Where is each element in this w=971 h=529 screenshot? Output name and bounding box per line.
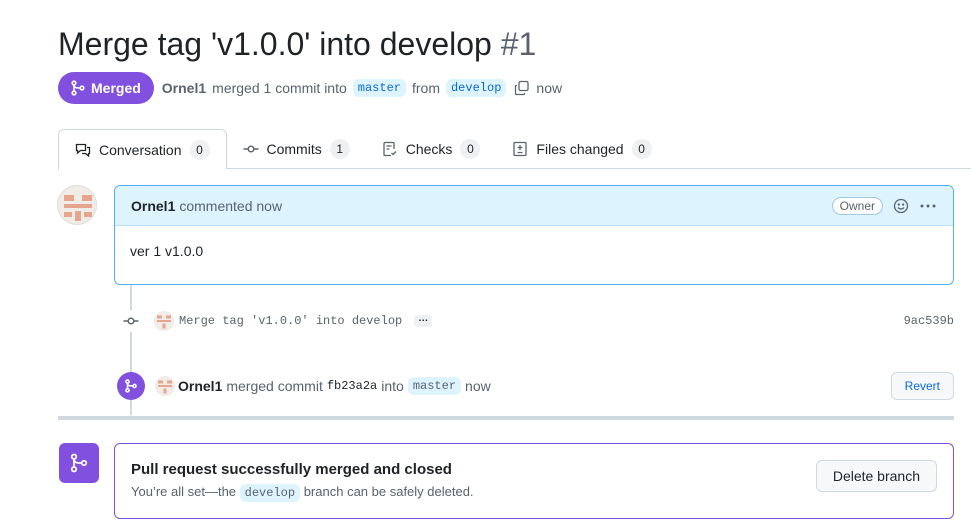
owner-badge: Owner xyxy=(831,196,883,215)
merged-sub-suffix: branch can be safely deleted. xyxy=(303,484,474,499)
state-label: Merged xyxy=(91,80,141,96)
head-branch[interactable]: develop xyxy=(445,79,507,97)
commit-sha-link[interactable]: 9ac539b xyxy=(904,314,954,328)
tab-label: Commits xyxy=(266,141,322,157)
avatar[interactable] xyxy=(154,311,174,331)
merged-status-icon xyxy=(59,443,99,483)
checklist-icon xyxy=(382,141,398,157)
delete-branch-button[interactable]: Delete branch xyxy=(815,460,937,492)
smiley-icon[interactable] xyxy=(893,198,909,214)
avatar[interactable] xyxy=(57,185,97,225)
merge-author-link[interactable]: Ornel1 xyxy=(178,378,222,394)
kebab-horizontal-icon[interactable] xyxy=(919,198,937,214)
tab-counter: 0 xyxy=(189,139,210,160)
git-merge-icon xyxy=(117,372,145,400)
comment-header: Ornel1 commented now Owner xyxy=(115,186,953,226)
tab-conversation[interactable]: Conversation 0 xyxy=(58,129,227,170)
tab-label: Files changed xyxy=(536,141,624,157)
pr-title: Merge tag 'v1.0.0' into develop xyxy=(58,26,492,62)
pr-author-link[interactable]: Ornel1 xyxy=(162,80,206,96)
git-merge-icon xyxy=(69,453,89,473)
comment-body: ver 1 v1.0.0 xyxy=(130,243,204,259)
state-badge: Merged xyxy=(58,72,154,104)
tab-label: Checks xyxy=(405,141,453,157)
tab-label: Conversation xyxy=(99,141,182,158)
copy-icon[interactable] xyxy=(514,80,530,96)
merged-sub-prefix: You’re all set—the xyxy=(131,484,237,499)
expand-commit-button[interactable]: … xyxy=(414,314,433,327)
comment-action[interactable]: commented now xyxy=(179,198,282,214)
tab-counter: 0 xyxy=(631,139,652,159)
commit-item: Merge tag 'v1.0.0' into develop … 9ac539… xyxy=(120,310,954,332)
revert-button[interactable]: Revert xyxy=(890,372,954,400)
git-merge-icon xyxy=(70,80,86,96)
avatar[interactable] xyxy=(155,376,175,396)
page-title: Merge tag 'v1.0.0' into develop #1 xyxy=(58,26,536,63)
base-branch[interactable]: master xyxy=(352,79,406,97)
from-text: from xyxy=(411,80,440,96)
git-commit-icon xyxy=(120,310,142,332)
tab-counter: 1 xyxy=(329,139,350,159)
commit-message-link[interactable]: Merge tag 'v1.0.0' into develop xyxy=(179,314,402,328)
tab-checks[interactable]: Checks 0 xyxy=(366,129,497,169)
into-text: into xyxy=(381,378,404,394)
pr-number: #1 xyxy=(500,26,537,62)
merge-target-branch[interactable]: master xyxy=(407,377,462,395)
merge-event: Ornel1 merged commit fb23a2a into master… xyxy=(117,371,954,401)
pr-time: now xyxy=(536,80,563,96)
diff-icon xyxy=(512,141,528,157)
pr-tabs: Conversation 0 Commits 1 Checks 0 Files … xyxy=(58,129,971,170)
comment-author[interactable]: Ornel1 xyxy=(131,198,175,214)
tab-counter: 0 xyxy=(460,139,481,159)
merged-status-box: Pull request successfully merged and clo… xyxy=(114,443,954,519)
deletable-branch[interactable]: develop xyxy=(239,484,301,502)
merge-text: merged commit xyxy=(226,378,323,394)
comment-discussion-icon xyxy=(75,142,91,158)
merge-time: now xyxy=(465,378,491,394)
merge-commit-sha[interactable]: fb23a2a xyxy=(327,379,377,393)
tab-files-changed[interactable]: Files changed 0 xyxy=(496,129,667,169)
git-commit-icon xyxy=(243,141,259,157)
comment-box: Ornel1 commented now Owner ver 1 v1.0.0 xyxy=(114,185,954,285)
timeline-divider xyxy=(58,416,954,420)
merge-text: merged 1 commit into xyxy=(212,80,347,96)
tab-commits[interactable]: Commits 1 xyxy=(227,129,366,169)
pr-meta: Merged Ornel1 merged 1 commit into maste… xyxy=(58,72,562,104)
